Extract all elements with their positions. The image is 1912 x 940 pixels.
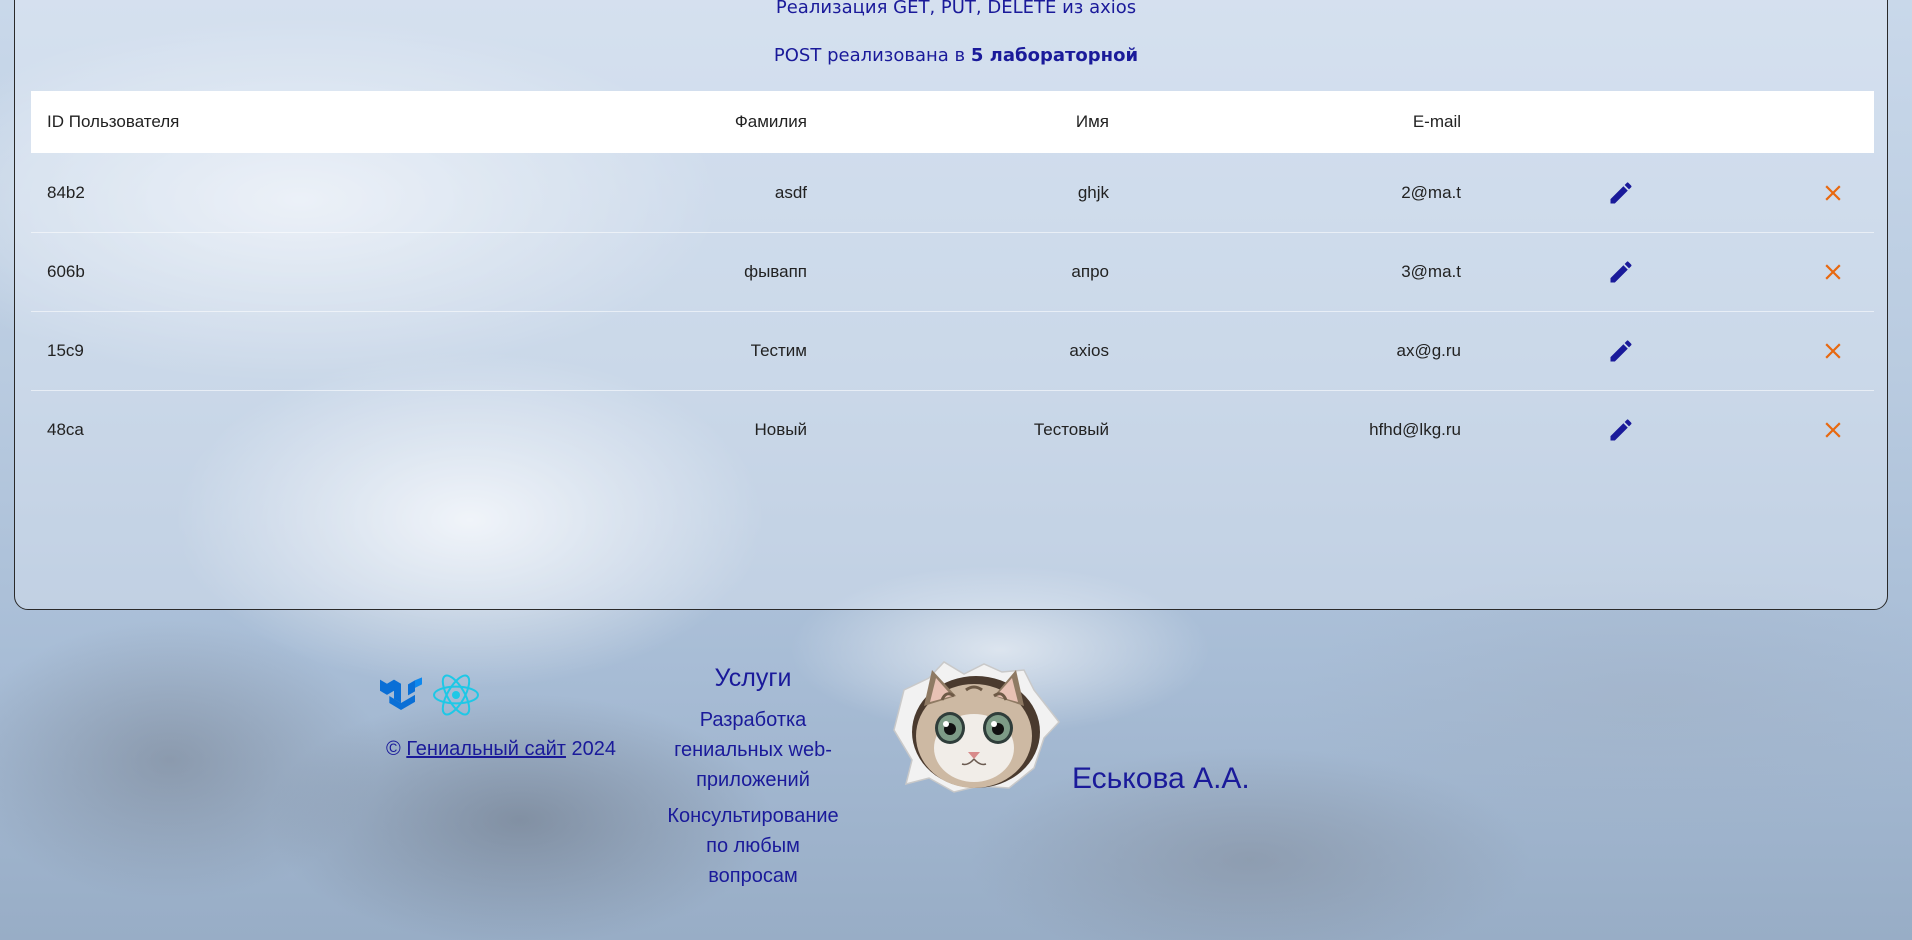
copyright-symbol: © — [386, 738, 401, 760]
cell-first-name: Тестовый — [1033, 420, 1109, 439]
post-note-text: POST реализована в — [773, 45, 971, 66]
services-section: Услуги Разработка гениальных web-приложе… — [660, 664, 846, 897]
cell-id: 606b — [47, 262, 85, 281]
header-first-name: Имя — [1075, 112, 1109, 131]
header-email: E-mail — [1412, 112, 1461, 131]
cell-first-name: апро — [1071, 262, 1109, 281]
header-id: ID Пользователя — [47, 112, 180, 131]
pencil-icon[interactable] — [1607, 337, 1635, 365]
table-row: 606b фывапп апро 3@ma.t — [31, 232, 1874, 312]
table-row: 48ca Новый Тестовый hfhd@lkg.ru — [31, 390, 1874, 469]
cell-email: 3@ma.t — [1401, 262, 1461, 281]
services-title: Услуги — [714, 664, 792, 692]
cell-id: 84b2 — [47, 183, 85, 202]
copyright: © Гениальный сайт 2024 — [386, 738, 616, 761]
mui-logo-icon — [380, 677, 422, 710]
post-note-bold: 5 лабораторной — [970, 45, 1139, 66]
close-icon[interactable] — [1820, 338, 1846, 364]
cell-email: ax@g.ru — [1396, 341, 1461, 360]
table-row: 84b2 asdf ghjk 2@ma.t — [31, 153, 1874, 233]
cell-id: 15c9 — [47, 341, 84, 360]
header-last-name: Фамилия — [734, 112, 807, 131]
author-name: Еськова А.А. — [1072, 762, 1250, 795]
page-subtitle: Реализация GET, PUT, DELETE из axios — [775, 0, 1137, 18]
cell-first-name: axios — [1069, 341, 1109, 360]
table-row: 15c9 Тестим axios ax@g.ru — [31, 311, 1874, 391]
pencil-icon[interactable] — [1607, 416, 1635, 444]
pencil-icon[interactable] — [1607, 179, 1635, 207]
service-item: Консультирование по любым вопросам — [667, 805, 839, 887]
cell-email: hfhd@lkg.ru — [1369, 420, 1461, 439]
cell-last-name: Тестим — [750, 341, 807, 360]
table-header: ID Пользователя Фамилия Имя E-mail — [31, 91, 1874, 153]
close-icon[interactable] — [1820, 417, 1846, 443]
cell-last-name: фывапп — [744, 262, 807, 281]
post-note: POST реализована в 5 лабораторной — [0, 45, 1912, 66]
service-item: Разработка гениальных web-приложений — [674, 709, 832, 791]
cat-peeking-image — [893, 661, 1060, 793]
site-link[interactable]: Гениальный сайт — [406, 738, 566, 760]
close-icon[interactable] — [1820, 259, 1846, 285]
cell-email: 2@ma.t — [1401, 183, 1461, 202]
cell-id: 48ca — [47, 420, 84, 439]
cell-last-name: asdf — [774, 183, 807, 202]
cell-last-name: Новый — [754, 420, 807, 439]
tech-logos — [380, 672, 490, 718]
pencil-icon[interactable] — [1607, 258, 1635, 286]
copyright-year: 2024 — [571, 738, 617, 760]
close-icon[interactable] — [1820, 180, 1846, 206]
react-logo-icon — [433, 674, 479, 716]
cell-first-name: ghjk — [1077, 183, 1109, 202]
